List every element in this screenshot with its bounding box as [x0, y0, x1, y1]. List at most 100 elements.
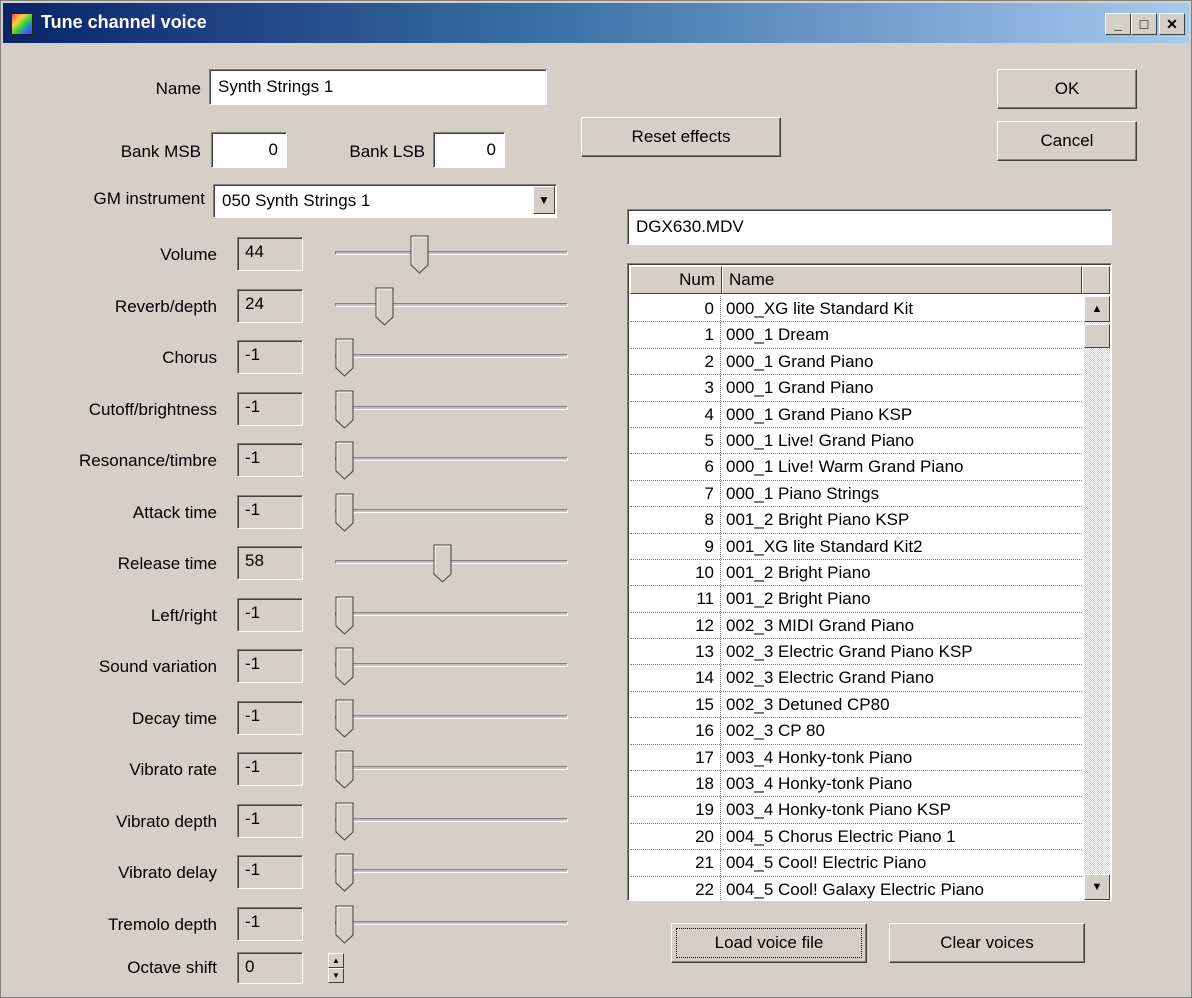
octave-shift-label: Octave shift: [127, 958, 217, 977]
ok-button[interactable]: OK: [997, 69, 1137, 109]
slider-thumb[interactable]: [335, 647, 355, 687]
table-row[interactable]: 10 001_2 Bright Piano: [630, 559, 1082, 587]
load-voice-file-button[interactable]: Load voice file: [671, 923, 867, 963]
column-header-num[interactable]: Num: [630, 266, 722, 294]
slider-thumb[interactable]: [335, 802, 355, 842]
table-row[interactable]: 3 000_1 Grand Piano: [630, 375, 1082, 402]
slider-label: Resonance/timbre: [79, 451, 217, 470]
slider-thumb[interactable]: [410, 235, 430, 275]
slider-track[interactable]: [335, 354, 568, 358]
cancel-button[interactable]: Cancel: [997, 121, 1137, 161]
table-row[interactable]: 0 000_XG lite Standard Kit: [630, 296, 1082, 323]
minimize-button[interactable]: _: [1105, 13, 1131, 35]
row-name: 002_3 CP 80: [726, 721, 825, 741]
table-row[interactable]: 6 000_1 Live! Warm Grand Piano: [630, 454, 1082, 481]
slider-thumb[interactable]: [335, 905, 355, 945]
table-row[interactable]: 19 003_4 Honky-tonk Piano KSP: [630, 797, 1082, 824]
row-num: 3: [630, 375, 721, 401]
chevron-down-icon[interactable]: ▼: [533, 186, 555, 214]
slider-thumb[interactable]: [335, 493, 355, 533]
table-row[interactable]: 14 002_3 Electric Grand Piano: [630, 665, 1082, 692]
slider-thumb[interactable]: [433, 544, 453, 584]
close-button[interactable]: ✕: [1159, 13, 1185, 35]
table-row[interactable]: 16 002_3 CP 80: [630, 718, 1082, 745]
spin-down-icon[interactable]: ▼: [328, 968, 344, 983]
slider-label: Sound variation: [98, 657, 217, 676]
slider-thumb[interactable]: [335, 596, 355, 636]
row-num: 4: [630, 401, 721, 427]
slider-thumb[interactable]: [335, 441, 355, 481]
row-name: 003_4 Honky-tonk Piano: [726, 774, 913, 794]
slider-track[interactable]: [335, 766, 568, 770]
clear-voices-button[interactable]: Clear voices: [889, 923, 1085, 963]
slider-track[interactable]: [335, 251, 568, 255]
row-num: 15: [630, 691, 721, 718]
table-row[interactable]: 5 000_1 Live! Grand Piano: [630, 427, 1082, 455]
vertical-scrollbar[interactable]: ▲ ▼: [1084, 296, 1110, 900]
slider-value: -1: [237, 803, 303, 838]
table-row[interactable]: 17 003_4 Honky-tonk Piano: [630, 744, 1082, 772]
voice-list[interactable]: Num Name 0 000_XG lite Standard Kit 1 000_1…: [627, 263, 1112, 901]
slider-thumb[interactable]: [335, 338, 355, 378]
row-num: 6: [630, 454, 721, 480]
table-row[interactable]: 22 004_5 Cool! Galaxy Electric Piano: [630, 876, 1082, 900]
table-row[interactable]: 1 000_1 Dream: [630, 322, 1082, 349]
row-name: 000_1 Piano Strings: [726, 483, 880, 503]
slider-label: Release time: [117, 554, 217, 573]
slider-track[interactable]: [335, 405, 568, 410]
table-row[interactable]: 11 001_2 Bright Piano: [630, 586, 1082, 613]
app-icon: [11, 13, 33, 35]
slider-track[interactable]: [335, 457, 568, 461]
bank-msb-input[interactable]: 0: [211, 132, 287, 168]
slider-track[interactable]: [335, 302, 568, 307]
slider-thumb[interactable]: [335, 853, 355, 893]
reset-effects-button[interactable]: Reset effects: [581, 117, 781, 157]
slider-track[interactable]: [335, 663, 568, 667]
spin-up-icon[interactable]: ▲: [328, 953, 344, 968]
row-name: 003_4 Honky-tonk Piano KSP: [726, 800, 951, 820]
slider-value: -1: [237, 649, 303, 683]
column-header-name[interactable]: Name: [722, 266, 1082, 294]
table-row[interactable]: 15 002_3 Detuned CP80: [630, 691, 1082, 719]
table-row[interactable]: 8 001_2 Bright Piano KSP: [630, 507, 1082, 534]
slider-label: Vibrato rate: [129, 760, 217, 779]
slider-track[interactable]: [335, 817, 568, 822]
table-row[interactable]: 9 001_XG lite Standard Kit2: [630, 533, 1082, 560]
table-row[interactable]: 21 004_5 Cool! Electric Piano: [630, 850, 1082, 877]
table-row[interactable]: 4 000_1 Grand Piano KSP: [630, 401, 1082, 428]
slider-label: Decay time: [131, 708, 217, 728]
gm-instrument-select[interactable]: 050 Synth Strings 1 ▼: [213, 184, 557, 218]
table-row[interactable]: 13 002_3 Electric Grand Piano KSP: [630, 639, 1082, 666]
slider-thumb[interactable]: [335, 750, 355, 790]
octave-shift-value: 0: [237, 952, 303, 984]
row-name: 000_1 Live! Warm Grand Piano: [726, 457, 964, 477]
slider-label: Reverb/depth: [114, 296, 217, 316]
table-row[interactable]: 7 000_1 Piano Strings: [630, 480, 1082, 508]
name-input[interactable]: Synth Strings 1: [209, 69, 547, 105]
scroll-down-icon[interactable]: ▼: [1084, 874, 1110, 900]
bank-lsb-label: Bank LSB: [349, 142, 425, 161]
table-row[interactable]: 12 002_3 MIDI Grand Piano: [630, 612, 1082, 640]
slider-track[interactable]: [335, 611, 568, 616]
title-bar[interactable]: Tune channel voice _ □ ✕: [3, 3, 1189, 43]
scroll-up-icon[interactable]: ▲: [1084, 296, 1110, 322]
slider-thumb[interactable]: [375, 287, 395, 327]
slider-track[interactable]: [335, 508, 568, 513]
slider-label: Vibrato depth: [116, 811, 217, 831]
voice-file-input[interactable]: DGX630.MDV: [627, 209, 1112, 245]
table-row[interactable]: 20 004_5 Chorus Electric Piano 1: [630, 823, 1082, 851]
octave-spinner[interactable]: ▲ ▼: [328, 953, 344, 983]
maximize-button[interactable]: □: [1131, 13, 1157, 35]
table-row[interactable]: 2 000_1 Grand Piano: [630, 348, 1082, 376]
slider-track[interactable]: [335, 714, 568, 719]
slider-label: Cutoff/brightness: [88, 399, 217, 419]
slider-thumb[interactable]: [335, 390, 355, 430]
slider-track[interactable]: [335, 920, 568, 925]
scroll-thumb[interactable]: [1084, 324, 1110, 348]
slider-thumb[interactable]: [335, 699, 355, 739]
slider-value: -1: [237, 494, 303, 529]
slider-track[interactable]: [335, 869, 568, 873]
bank-lsb-input[interactable]: 0: [433, 132, 505, 168]
row-name: 000_1 Grand Piano: [726, 378, 874, 398]
table-row[interactable]: 18 003_4 Honky-tonk Piano: [630, 771, 1082, 798]
